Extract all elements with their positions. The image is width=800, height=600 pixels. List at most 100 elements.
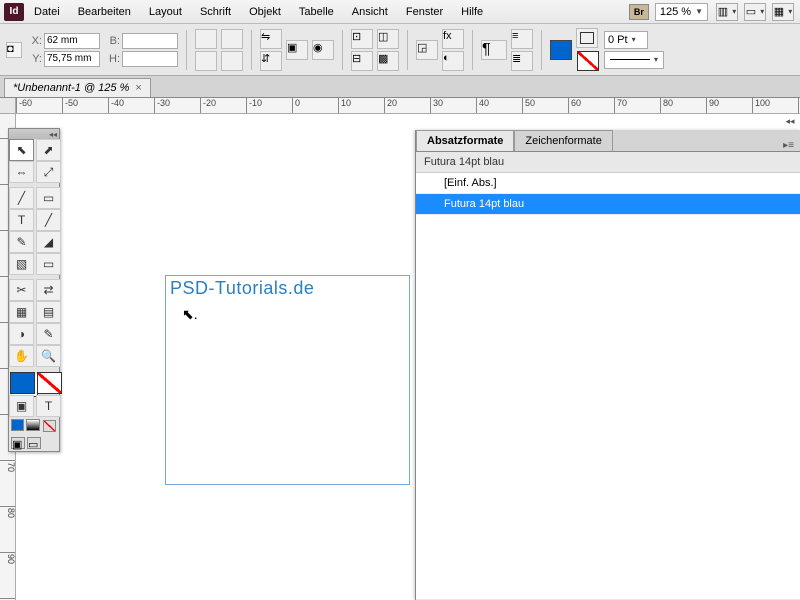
preview-view-icon[interactable]: ▭: [27, 437, 41, 449]
stroke-swatch[interactable]: [576, 28, 598, 48]
tab-label: Absatzformate: [427, 135, 503, 147]
menu-edit[interactable]: Bearbeiten: [70, 3, 139, 21]
ruler-tick: 90: [706, 98, 719, 114]
ruler-tick: -30: [154, 98, 170, 114]
scale-y-btn[interactable]: [195, 51, 217, 71]
style-list: [Einf. Abs.] Futura 14pt blau: [416, 173, 800, 599]
ruler-tick: 40: [476, 98, 489, 114]
panel-menu-icon[interactable]: ▸≡: [777, 140, 800, 151]
selection-tool[interactable]: ⬉: [9, 139, 34, 161]
menu-file[interactable]: Datei: [26, 3, 68, 21]
fit-frame-icon[interactable]: ⊟: [351, 51, 373, 71]
text-wrap2-icon[interactable]: ≣: [511, 51, 533, 71]
text-frame[interactable]: PSD-Tutorials.de: [165, 275, 410, 485]
menu-view[interactable]: Ansicht: [344, 3, 396, 21]
panel-tab-bar: Absatzformate Zeichenformate ▸≡: [416, 130, 800, 152]
gradient-feather-tool[interactable]: ▤: [36, 301, 61, 323]
fill-color-swatch[interactable]: [10, 372, 35, 394]
hand-tool[interactable]: ✋: [9, 345, 34, 367]
tab-character-styles[interactable]: Zeichenformate: [514, 130, 612, 151]
none-swatch-icon[interactable]: [577, 51, 599, 71]
paragraph-style-p-icon[interactable]: ¶: [481, 40, 507, 60]
menu-object[interactable]: Objekt: [241, 3, 289, 21]
flip-h-icon[interactable]: ⇋: [260, 29, 282, 49]
opacity-icon[interactable]: ◐: [442, 51, 464, 71]
w-field[interactable]: [122, 33, 178, 49]
control-bar: ◘ X:62 mm Y:75,75 mm B: H: ⇋⇵ ▣ ◉ ⊡⊟ ◫▩ …: [0, 24, 800, 76]
text-wrap-icon[interactable]: ≡: [511, 29, 533, 49]
free-transform-tool[interactable]: ⇄: [36, 279, 61, 301]
y-field[interactable]: 75,75 mm: [44, 51, 100, 67]
ruler-origin[interactable]: [0, 98, 16, 114]
current-style-display: Futura 14pt blau: [416, 152, 800, 173]
ruler-tick: 70: [614, 98, 627, 114]
fill-swatch[interactable]: [550, 40, 572, 60]
rotate-btn[interactable]: [221, 29, 243, 49]
apply-container-icon[interactable]: ▣: [9, 395, 34, 417]
shear-btn[interactable]: [221, 51, 243, 71]
apply-color-icon[interactable]: [11, 419, 24, 431]
apply-text-icon[interactable]: T: [36, 395, 61, 417]
style-row-basic[interactable]: [Einf. Abs.]: [416, 173, 800, 194]
x-field[interactable]: 62 mm: [44, 33, 100, 49]
stroke-color-swatch[interactable]: [37, 372, 62, 394]
stroke-style-select[interactable]: ▾: [604, 51, 664, 69]
x-label: X:: [28, 35, 42, 47]
w-label: B:: [106, 35, 120, 47]
scissors-tool[interactable]: ✂: [9, 279, 34, 301]
direct-selection-tool[interactable]: ⬈: [36, 139, 61, 161]
reference-point-icon[interactable]: ◘: [6, 42, 22, 58]
pen-tool[interactable]: ╱: [9, 187, 34, 209]
flip-v-icon[interactable]: ⇵: [260, 51, 282, 71]
note-tool[interactable]: ◑: [9, 323, 34, 345]
shear-tool[interactable]: ▭: [36, 253, 61, 275]
normal-view-icon[interactable]: ▣: [11, 437, 25, 449]
ruler-tick: 100: [752, 98, 770, 114]
gradient-tool[interactable]: ▦: [9, 301, 34, 323]
style-row-futura[interactable]: Futura 14pt blau: [416, 194, 800, 215]
scale-x-btn[interactable]: [195, 29, 217, 49]
rectangle-frame-tool[interactable]: ▭: [36, 187, 61, 209]
menu-help[interactable]: Hilfe: [453, 3, 491, 21]
screen-mode-icon[interactable]: ▭▾: [744, 3, 766, 21]
rectangle-tool[interactable]: ◢: [36, 231, 61, 253]
stroke-weight-field[interactable]: 0 Pt▾: [604, 31, 648, 49]
apply-gradient-icon[interactable]: [26, 419, 39, 431]
page-tool[interactable]: ⇔: [9, 161, 34, 183]
view-options-icon[interactable]: ▥▾: [716, 3, 738, 21]
tab-paragraph-styles[interactable]: Absatzformate: [416, 130, 514, 151]
effects-icon[interactable]: fx: [442, 29, 464, 49]
fill-frame-icon[interactable]: ▩: [377, 51, 399, 71]
zoom-select[interactable]: 125 %▼: [655, 3, 708, 21]
document-tab-bar: *Unbenannt-1 @ 125 % ×: [0, 76, 800, 98]
menu-table[interactable]: Tabelle: [291, 3, 342, 21]
menu-layout[interactable]: Layout: [141, 3, 190, 21]
fit-content-icon[interactable]: ⊡: [351, 29, 373, 49]
gap-tool[interactable]: ⤢: [36, 161, 61, 183]
h-field[interactable]: [122, 51, 178, 67]
select-container-icon[interactable]: ▣: [286, 40, 308, 60]
document-tab-title: *Unbenannt-1 @ 125 %: [13, 82, 129, 94]
zoom-tool[interactable]: 🔍: [36, 345, 61, 367]
close-icon[interactable]: ×: [135, 82, 141, 94]
apply-none-icon[interactable]: [43, 420, 56, 432]
ruler-horizontal[interactable]: -60 -50 -40 -30 -20 -10 0 10 20 30 40 50…: [16, 98, 800, 114]
ruler-tick: 90: [0, 552, 16, 564]
document-tab[interactable]: *Unbenannt-1 @ 125 % ×: [4, 78, 151, 97]
panel-collapse-strip[interactable]: ◂◂: [784, 114, 796, 128]
arrange-icon[interactable]: ▦▾: [772, 3, 794, 21]
select-content-icon[interactable]: ◉: [312, 40, 334, 60]
ruler-tick: -50: [62, 98, 78, 114]
corner-options-icon[interactable]: ◲: [416, 40, 438, 60]
eyedropper-tool[interactable]: ✎: [36, 323, 61, 345]
bridge-icon[interactable]: Br: [629, 4, 649, 20]
pencil-tool[interactable]: ✎: [9, 231, 34, 253]
ruler-tick: -10: [246, 98, 262, 114]
center-content-icon[interactable]: ◫: [377, 29, 399, 49]
line-tool[interactable]: ╱: [36, 209, 61, 231]
toolbox-collapse-icon[interactable]: ◂◂: [9, 129, 59, 139]
gradient-swatch-tool[interactable]: ▧: [9, 253, 34, 275]
type-tool[interactable]: T: [9, 209, 34, 231]
menu-type[interactable]: Schrift: [192, 3, 239, 21]
menu-window[interactable]: Fenster: [398, 3, 451, 21]
